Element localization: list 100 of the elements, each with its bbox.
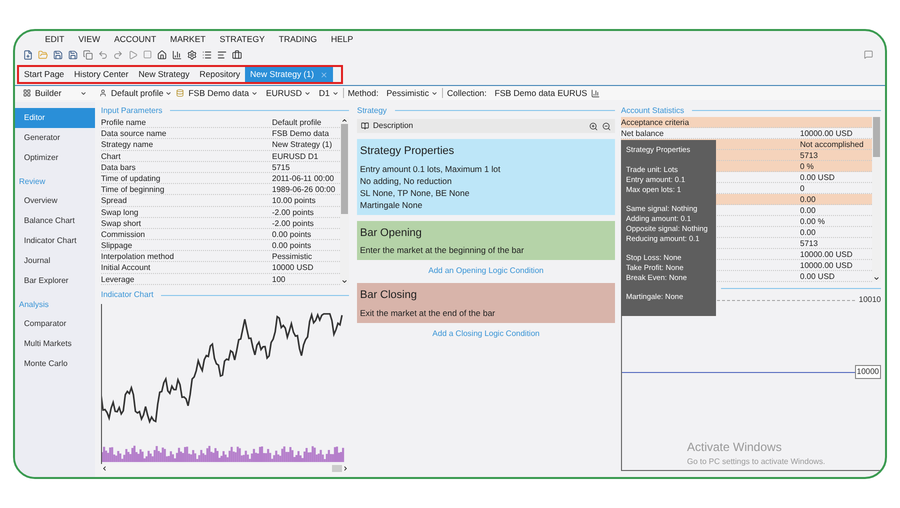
block-line: Exit the market at the end of the bar bbox=[360, 306, 496, 318]
method-dropdown[interactable]: Pessimistic bbox=[382, 86, 442, 100]
profile-dropdown[interactable]: Default profile bbox=[107, 86, 176, 100]
parameter-name: Time of beginning bbox=[101, 184, 166, 194]
tab[interactable]: New Strategy bbox=[134, 67, 195, 82]
play-icon[interactable] bbox=[128, 50, 138, 60]
parameter-name: Data bars bbox=[101, 162, 137, 172]
statistic-value: 0.00 bbox=[800, 195, 816, 204]
statistic-value: 10000.00 USD bbox=[800, 250, 852, 259]
briefcase-icon[interactable] bbox=[232, 50, 242, 60]
book-icon bbox=[361, 122, 369, 130]
menu-item[interactable]: HELP bbox=[331, 32, 354, 46]
menu-item[interactable]: VIEW bbox=[78, 32, 100, 46]
panel-title: Strategy bbox=[357, 104, 387, 116]
sidebar-item[interactable]: Monte Carlo bbox=[15, 354, 95, 374]
undo-icon[interactable] bbox=[98, 50, 108, 60]
scroll-left-icon[interactable] bbox=[101, 465, 108, 472]
save-icon[interactable] bbox=[53, 50, 63, 60]
comment-icon[interactable] bbox=[864, 50, 873, 59]
menu-item[interactable]: EDIT bbox=[45, 32, 64, 46]
scroll-thumb[interactable] bbox=[332, 465, 342, 472]
menu-item[interactable]: ACCOUNT bbox=[114, 32, 156, 46]
home-icon[interactable] bbox=[157, 50, 167, 60]
parameter-value: 0.00 points bbox=[272, 228, 312, 240]
statistic-value: 5713 bbox=[800, 151, 818, 160]
parameter-name: Time of updating bbox=[101, 172, 162, 184]
sidebar-item[interactable]: Optimizer bbox=[15, 148, 95, 168]
statistic-value: Not accomplished bbox=[800, 140, 864, 149]
parameter-name: Initial Account bbox=[101, 262, 152, 273]
scrollbar[interactable] bbox=[340, 117, 349, 285]
stop-icon[interactable] bbox=[143, 50, 152, 59]
redo-icon[interactable] bbox=[113, 50, 123, 60]
user-icon bbox=[99, 89, 107, 97]
sidebar-item[interactable]: Bar Explorer bbox=[15, 271, 95, 291]
scroll-right-icon[interactable] bbox=[342, 465, 349, 472]
list-icon[interactable] bbox=[202, 50, 212, 60]
sidebar-item[interactable]: Comparator bbox=[15, 314, 95, 334]
parameter-name: Swap short bbox=[101, 218, 142, 228]
period-dropdown[interactable]: D1 bbox=[314, 86, 343, 100]
parameter-name: Strategy name bbox=[101, 139, 154, 150]
copy-icon[interactable] bbox=[83, 50, 93, 60]
panel-title: Account Statistics bbox=[621, 104, 684, 116]
scroll-thumb[interactable] bbox=[873, 117, 880, 157]
collection-label: Collection: bbox=[446, 86, 488, 100]
block-line: No adding, No reduction bbox=[360, 174, 453, 186]
bar-chart-icon[interactable] bbox=[172, 50, 182, 60]
strategy-block[interactable]: Bar Opening Enter the market at the beginning of the bar bbox=[357, 220, 615, 260]
description-button[interactable]: Description bbox=[361, 120, 414, 132]
statistic-name: Acceptance criteria bbox=[621, 118, 690, 127]
block-line: Entry amount 0.1 lots, Maximum 1 lot bbox=[360, 162, 502, 174]
collection-value: FSB Demo data EURUS bbox=[494, 86, 588, 100]
save-icon[interactable] bbox=[68, 50, 78, 60]
sidebar-item[interactable]: Balance Chart bbox=[15, 211, 95, 231]
parameter-value: EURUSD D1 bbox=[272, 150, 320, 161]
tab[interactable]: Start Page bbox=[19, 67, 70, 82]
parameter-value: 100 bbox=[272, 274, 286, 284]
statistic-name: Net balance bbox=[621, 129, 664, 138]
activation-text: Go to PC settings to activate Windows. bbox=[687, 456, 826, 468]
database-icon bbox=[176, 89, 184, 97]
menu-item[interactable]: STRATEGY bbox=[220, 32, 265, 46]
parameter-value: Default profile bbox=[272, 117, 322, 128]
zoom-in-icon[interactable] bbox=[589, 122, 598, 130]
settings-icon[interactable] bbox=[187, 50, 197, 60]
lines-icon[interactable] bbox=[217, 50, 227, 60]
builder-dropdown[interactable]: Builder bbox=[15, 86, 95, 100]
symbol-dropdown[interactable]: EURUSD bbox=[262, 86, 315, 100]
scrollbar[interactable] bbox=[872, 117, 881, 282]
axis-label: 10000 bbox=[854, 365, 881, 379]
sidebar-item[interactable]: Overview bbox=[15, 191, 95, 211]
strategy-block[interactable]: Strategy Properties Entry amount 0.1 lots, Maximum 1 lot No adding, No reduction SL None, TP None, BE None Martingale None bbox=[357, 139, 615, 214]
add-chart-icon[interactable] bbox=[591, 88, 600, 98]
parameter-value: 0.00 points bbox=[272, 240, 312, 250]
menu-item[interactable]: MARKET bbox=[170, 32, 206, 46]
zoom-out-icon[interactable] bbox=[602, 122, 611, 130]
scroll-down-icon[interactable] bbox=[873, 275, 880, 282]
scroll-down-icon[interactable] bbox=[341, 278, 348, 285]
statistic-value: 0.00 USD bbox=[800, 173, 835, 182]
sidebar-item[interactable]: Indicator Chart bbox=[15, 231, 95, 251]
data-source-dropdown[interactable]: FSB Demo data bbox=[184, 86, 262, 100]
sidebar-item[interactable]: Journal bbox=[15, 251, 95, 271]
strategy-block[interactable]: Bar Closing Exit the market at the end of the bar bbox=[357, 283, 615, 322]
sidebar-item[interactable]: Multi Markets bbox=[15, 334, 95, 354]
new-file-icon[interactable] bbox=[23, 50, 33, 60]
parameter-name: Data source name bbox=[101, 128, 168, 138]
statistic-value: 10000.00 USD bbox=[800, 261, 852, 270]
parameter-name: Chart bbox=[101, 150, 122, 161]
parameter-name: Swap long bbox=[101, 206, 140, 217]
sidebar-section-title: Analysis bbox=[18, 299, 50, 311]
menu-item[interactable]: TRADING bbox=[278, 32, 317, 46]
scroll-thumb[interactable] bbox=[341, 124, 348, 214]
parameter-value: 10000 USD bbox=[272, 262, 314, 273]
statistic-value: 0 % bbox=[800, 162, 814, 171]
tab[interactable]: History Center bbox=[69, 67, 134, 82]
tab[interactable]: Repository bbox=[194, 67, 246, 82]
parameter-name: Profile name bbox=[101, 117, 147, 128]
parameter-name: Commission bbox=[101, 228, 146, 240]
sidebar-item[interactable]: Generator bbox=[15, 128, 95, 148]
block-title: Bar Opening bbox=[360, 226, 423, 240]
sidebar-section-title: Review bbox=[18, 176, 46, 188]
scroll-up-icon[interactable] bbox=[341, 117, 348, 124]
